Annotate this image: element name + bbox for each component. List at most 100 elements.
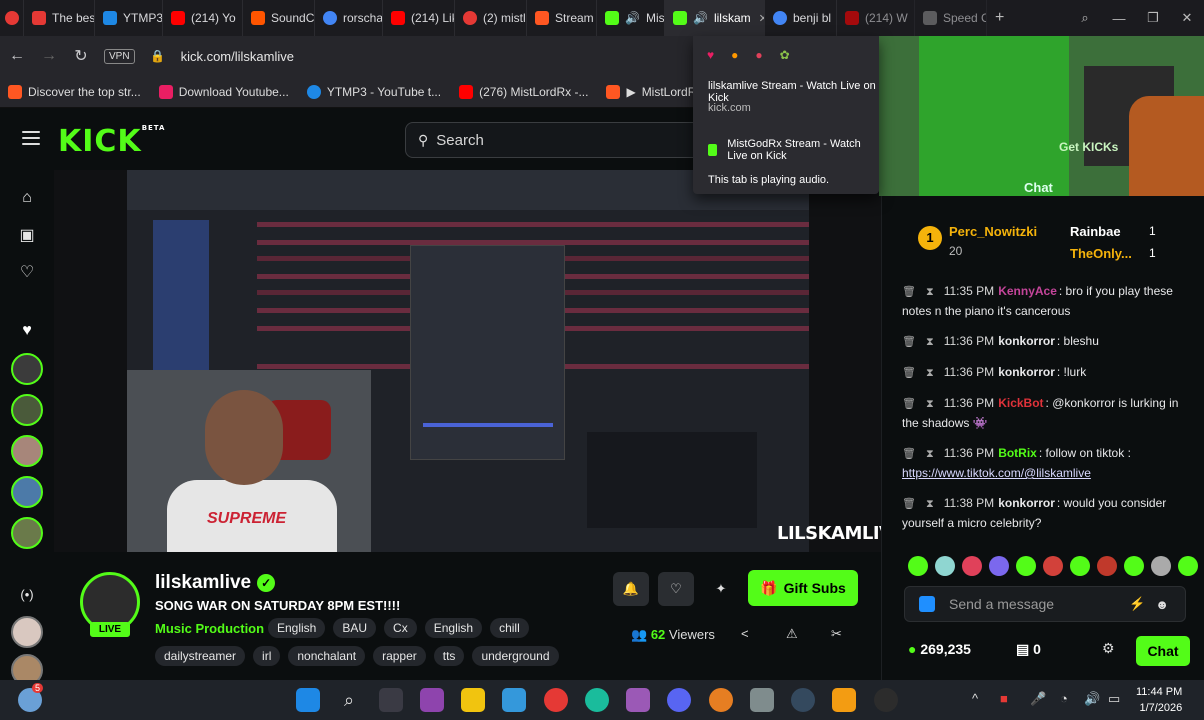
bookmark-item[interactable]: (276) MistLordRx -... xyxy=(459,84,588,99)
emote-icon[interactable] xyxy=(1097,556,1117,576)
message-user[interactable]: konkorror xyxy=(998,334,1055,348)
browser-tab[interactable]: (214) Yo xyxy=(163,0,243,36)
followed-channel-avatar[interactable] xyxy=(11,517,43,549)
browser-tab[interactable]: rorschac xyxy=(315,0,383,36)
opera-icon[interactable] xyxy=(544,688,568,712)
timeout-icon[interactable]: ⧗ xyxy=(926,498,934,510)
task-view-icon[interactable] xyxy=(379,688,403,712)
followed-channel-avatar[interactable] xyxy=(11,476,43,508)
emote-icon[interactable] xyxy=(908,556,928,576)
home-icon[interactable]: ⌂ xyxy=(17,188,37,208)
emote-icon[interactable] xyxy=(1124,556,1144,576)
search-input[interactable]: Search xyxy=(436,132,484,149)
gift-subs-button[interactable]: 🎁 Gift Subs xyxy=(748,570,858,606)
browser-tab[interactable]: Speed C xyxy=(915,0,987,36)
channel-name[interactable]: lilskamlive ✓ xyxy=(155,572,276,594)
timeout-icon[interactable]: ⧗ xyxy=(926,398,934,410)
tag[interactable]: English xyxy=(268,618,326,638)
gifter-name[interactable]: TheOnly... xyxy=(1070,246,1132,261)
send-chat-button[interactable]: Chat xyxy=(1136,636,1190,666)
search-icon[interactable]: ⌕ xyxy=(337,688,361,712)
obs-icon[interactable] xyxy=(791,688,815,712)
minimize-button[interactable]: — xyxy=(1102,11,1136,26)
chat-input[interactable] xyxy=(949,596,1119,612)
new-tab-button[interactable]: + xyxy=(987,0,1013,36)
tag[interactable]: underground xyxy=(472,646,559,666)
kick-emote-icon[interactable] xyxy=(919,596,935,612)
tag[interactable]: nonchalant xyxy=(288,646,366,666)
recommended-channel-avatar[interactable] xyxy=(11,616,43,648)
file-explorer-icon[interactable] xyxy=(461,688,485,712)
drops-counter[interactable]: ▤ 0 xyxy=(1016,641,1041,658)
emoji-icon[interactable]: ☻ xyxy=(1155,597,1169,612)
unfollow-button[interactable]: ♡ xyxy=(658,572,694,606)
gear-icon[interactable]: ⚙ xyxy=(1102,640,1115,657)
tag[interactable]: Cx xyxy=(384,618,417,638)
delete-icon[interactable]: 🗑 xyxy=(902,367,916,379)
sparkle-button[interactable]: ✦ xyxy=(703,572,739,606)
top-gifter-name[interactable]: Perc_Nowitzki xyxy=(949,224,1037,239)
url-field[interactable]: kick.com/lilskamlive xyxy=(181,49,294,64)
followed-channel-avatar[interactable] xyxy=(11,353,43,385)
wifi-icon[interactable]: ◔ xyxy=(1060,691,1068,706)
forward-icon[interactable]: → xyxy=(40,47,58,65)
vpn-badge[interactable]: VPN xyxy=(104,48,135,64)
search-tabs-icon[interactable]: ⌕ xyxy=(1068,10,1102,26)
tooltip-other-tab[interactable]: MistGodRx Stream - Watch Live on Kick xyxy=(708,138,879,162)
timeout-icon[interactable]: ⧗ xyxy=(926,448,934,460)
browser-tab[interactable]: SoundC xyxy=(243,0,315,36)
lock-icon[interactable]: 🔒 xyxy=(149,49,167,63)
bookmark-item[interactable]: Download Youtube... xyxy=(158,84,289,99)
reload-icon[interactable]: ↻ xyxy=(72,46,90,66)
followed-channel-avatar[interactable] xyxy=(11,435,43,467)
tray-overflow-icon[interactable]: ^ xyxy=(972,691,978,706)
timeout-icon[interactable]: ⧗ xyxy=(926,336,934,348)
bookmark-item[interactable]: YTMP3 - YouTube t... xyxy=(306,84,441,99)
browser-tab[interactable]: (214) Lik xyxy=(383,0,455,36)
tag[interactable]: English xyxy=(424,618,483,638)
clock[interactable]: 11:44 PM 1/7/2026 xyxy=(1136,684,1182,716)
browser-tab[interactable]: Stream xyxy=(527,0,597,36)
emote-icon[interactable] xyxy=(1016,556,1036,576)
message-user[interactable]: BotRix xyxy=(998,446,1037,460)
tray-app-icon[interactable]: ■ xyxy=(1000,691,1008,706)
message-user[interactable]: KennyAce xyxy=(998,284,1057,298)
message-user[interactable]: konkorror xyxy=(998,496,1055,510)
close-window-button[interactable]: ✕ xyxy=(1170,10,1204,26)
microphone-icon[interactable]: 🎤 xyxy=(1030,691,1046,707)
camera-icon[interactable] xyxy=(750,688,774,712)
emote-icon[interactable] xyxy=(989,556,1009,576)
gifter-name[interactable]: Rainbae xyxy=(1070,224,1121,239)
browser-tab[interactable]: benji bl xyxy=(765,0,837,36)
volume-icon[interactable]: 🔊 xyxy=(1084,691,1100,707)
emote-icon[interactable] xyxy=(1178,556,1198,576)
message-user[interactable]: KickBot xyxy=(998,396,1043,410)
edge-icon[interactable] xyxy=(585,688,609,712)
clip-icon[interactable]: ✂ xyxy=(831,626,842,642)
tag[interactable]: rapper xyxy=(373,646,426,666)
following-icon[interactable]: ♡ xyxy=(17,263,37,283)
delete-icon[interactable]: 🗑 xyxy=(902,498,916,510)
emote-icon[interactable] xyxy=(1043,556,1063,576)
maximize-button[interactable]: ❐ xyxy=(1136,10,1170,26)
app-icon[interactable] xyxy=(626,688,650,712)
tag[interactable]: chill xyxy=(490,618,529,638)
opera-menu-button[interactable] xyxy=(0,0,24,36)
delete-icon[interactable]: 🗑 xyxy=(902,336,916,348)
video-player[interactable]: LILSKAMLIVE SUPREME xyxy=(54,170,881,552)
fl-studio-icon[interactable] xyxy=(832,688,856,712)
delete-icon[interactable]: 🗑 xyxy=(902,286,916,298)
tag[interactable]: irl xyxy=(253,646,281,666)
emote-icon[interactable] xyxy=(1151,556,1171,576)
menu-icon[interactable] xyxy=(22,131,40,145)
emote-icon[interactable] xyxy=(935,556,955,576)
bookmark-item[interactable]: Discover the top str... xyxy=(8,84,141,99)
browser-tab[interactable]: The best xyxy=(24,0,95,36)
browser-tab-active[interactable]: 🔊lilskam✕ xyxy=(665,0,765,36)
kick-logo[interactable]: KICKBETA xyxy=(58,124,165,159)
copilot-icon[interactable] xyxy=(420,688,444,712)
browser-tab[interactable]: (2) mistl xyxy=(455,0,527,36)
delete-icon[interactable]: 🗑 xyxy=(902,398,916,410)
commands-icon[interactable]: ⚡ xyxy=(1129,596,1145,612)
media-player-icon[interactable] xyxy=(874,688,898,712)
